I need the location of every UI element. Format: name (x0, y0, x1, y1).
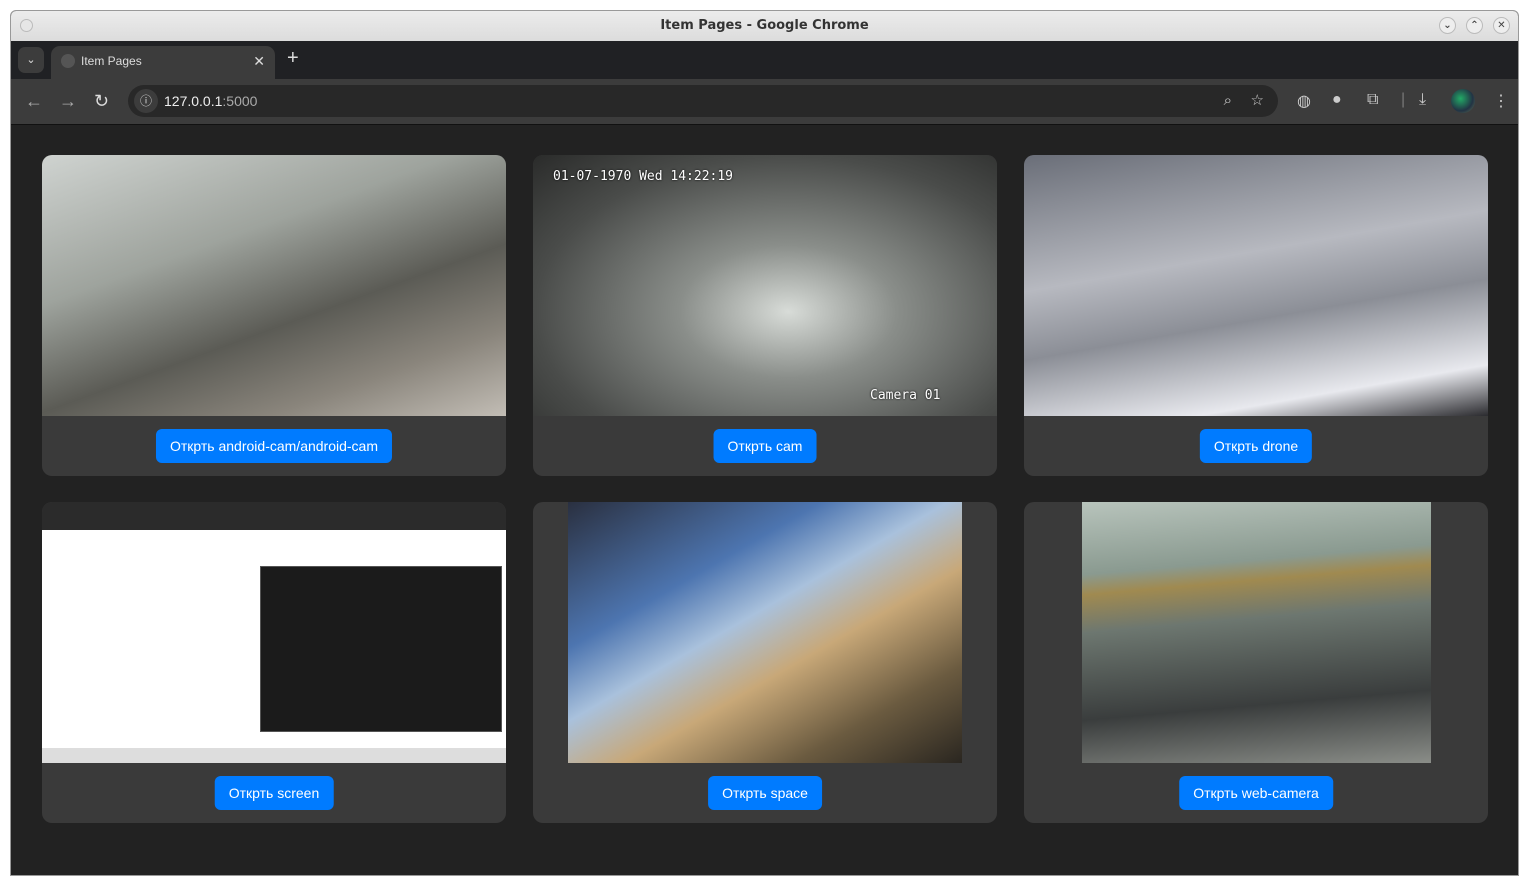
camera-image: 01-07-1970 Wed 14:22:19 Camera 01 (533, 155, 997, 416)
profile-avatar[interactable] (1451, 89, 1475, 113)
extension-icon[interactable]: ● (1332, 91, 1342, 109)
browser-window: Item Pages - Google Chrome ⌄ ⌃ ✕ ⌄ Item … (10, 10, 1519, 876)
close-tab-icon[interactable]: ✕ (253, 46, 265, 76)
window-title: Item Pages - Google Chrome (660, 18, 869, 33)
extensions-puzzle-icon[interactable]: ⧉ (1367, 91, 1378, 109)
card-cam: 01-07-1970 Wed 14:22:19 Camera 01 Открть… (533, 155, 997, 476)
card-space: Открть space (533, 502, 997, 823)
globe-icon (61, 54, 75, 68)
camera-image (1082, 502, 1431, 763)
zoom-icon[interactable]: ⌕ (1224, 85, 1232, 117)
open-drone-button[interactable]: Открть drone (1199, 429, 1313, 463)
card-web-camera: Открть web-camera (1024, 502, 1488, 823)
more-menu-icon[interactable]: ⋮ (1493, 91, 1509, 111)
maximize-button[interactable]: ⌃ (1466, 17, 1483, 34)
open-screen-button[interactable]: Открть screen (214, 776, 334, 810)
bookmark-star-icon[interactable]: ☆ (1251, 85, 1264, 117)
url-port: :5000 (222, 93, 258, 109)
screen-image (42, 502, 506, 763)
translate-globe-icon[interactable]: ◍ (1297, 91, 1311, 111)
camera-image (1024, 155, 1488, 416)
open-space-button[interactable]: Открть space (708, 776, 822, 810)
close-window-button[interactable]: ✕ (1493, 17, 1510, 34)
camera-label: Camera 01 (870, 388, 941, 403)
camera-timestamp: 01-07-1970 Wed 14:22:19 (553, 169, 734, 184)
toolbar: ← → ↻ ⓘ 127.0.0.1:5000 ⌕ ☆ ◍ ● ⧉ | ⤓ ⋮ (11, 79, 1518, 125)
page-content: Открть android-cam/android-cam 01-07-197… (11, 125, 1518, 875)
tab-strip: ⌄ Item Pages ✕ + (11, 41, 1518, 79)
back-button[interactable]: ← (25, 91, 43, 112)
tab-item-pages[interactable]: Item Pages ✕ (51, 46, 275, 79)
new-tab-button[interactable]: + (287, 47, 299, 70)
reload-button[interactable]: ↻ (94, 91, 109, 112)
open-android-cam-button[interactable]: Открть android-cam/android-cam (155, 429, 393, 463)
forward-button[interactable]: → (59, 91, 77, 112)
open-web-camera-button[interactable]: Открть web-camera (1179, 776, 1333, 810)
url-host: 127.0.0.1 (164, 93, 223, 109)
camera-image (42, 155, 506, 416)
minimize-button[interactable]: ⌄ (1439, 17, 1456, 34)
card-android-cam: Открть android-cam/android-cam (42, 155, 506, 476)
tab-search-button[interactable]: ⌄ (18, 47, 44, 73)
window-menu-dot[interactable] (20, 19, 33, 32)
space-image (568, 502, 962, 763)
address-bar[interactable]: ⓘ 127.0.0.1:5000 ⌕ ☆ (128, 85, 1278, 117)
site-info-icon[interactable]: ⓘ (134, 89, 158, 113)
tab-title: Item Pages (81, 54, 142, 68)
toolbar-divider: | (1401, 91, 1406, 108)
open-cam-button[interactable]: Открть cam (713, 429, 817, 463)
card-drone: Открть drone (1024, 155, 1488, 476)
download-icon[interactable]: ⤓ (1419, 91, 1426, 109)
card-screen: Открть screen (42, 502, 506, 823)
title-bar: Item Pages - Google Chrome ⌄ ⌃ ✕ (11, 11, 1518, 41)
